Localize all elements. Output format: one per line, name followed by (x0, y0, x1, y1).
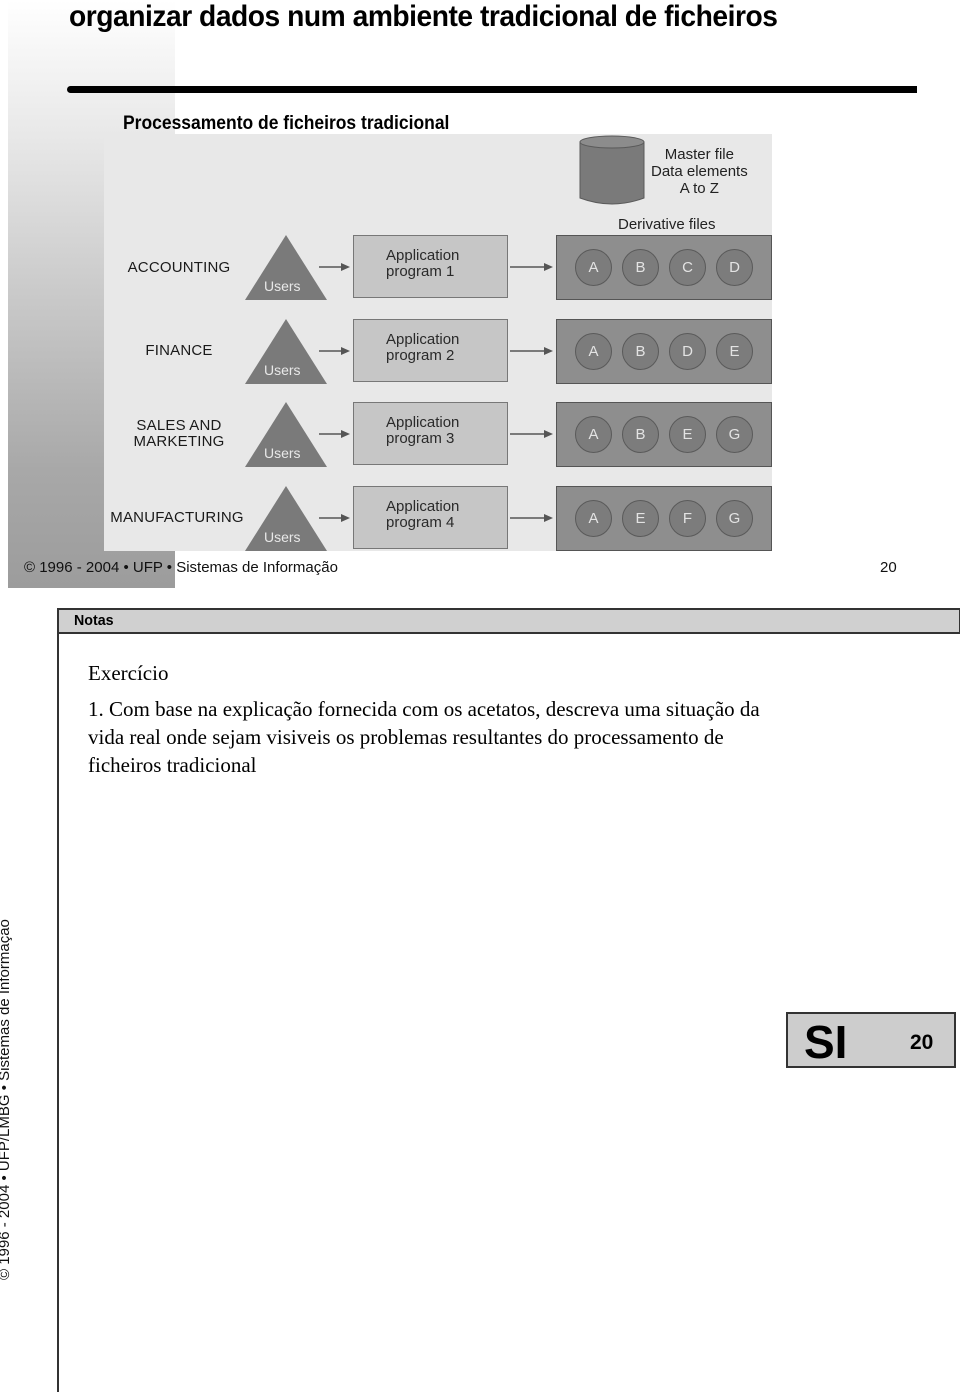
users-label: Users (264, 362, 301, 378)
exercise-title: Exercício (88, 661, 169, 685)
users-label: Users (264, 529, 301, 545)
notes-frame-border (57, 608, 59, 1392)
department-label: ACCOUNTING (127, 259, 231, 276)
notes-header: Notas (57, 608, 960, 634)
slide-page-number: 20 (880, 559, 897, 576)
notes-header-label: Notas (74, 612, 114, 629)
slide-footer: © 1996 - 2004 • UFP • Sistemas de Inform… (24, 559, 338, 576)
data-element-circle: B (622, 249, 659, 286)
department-label: SALES AND MARKETING (133, 417, 225, 450)
arrow-head-icon (341, 430, 350, 438)
data-element-circle: A (575, 333, 612, 370)
arrow-head-icon (544, 430, 553, 438)
application-program-box: Application program 2 (353, 319, 508, 382)
data-element-circle: E (716, 333, 753, 370)
derivative-files-box: ABDE (556, 319, 772, 384)
vertical-copyright: © 1996 - 2004 • UFP/LMBG • Sistemas de I… (0, 919, 13, 1280)
users-label: Users (264, 445, 301, 461)
data-element-circle: B (622, 416, 659, 453)
derivative-files-box: ABCD (556, 235, 772, 300)
data-element-circle: G (716, 416, 753, 453)
slide-title: organizar dados num ambiente tradicional… (69, 0, 778, 33)
data-element-circle: F (669, 500, 706, 537)
application-program-box: Application program 3 (353, 402, 508, 465)
department-label: MANUFACTURING (110, 509, 244, 526)
data-element-circle: A (575, 249, 612, 286)
users-label: Users (264, 278, 301, 294)
arrow-head-icon (341, 347, 350, 355)
diagram-caption: Processamento de ficheiros tradicional (123, 113, 450, 134)
arrow-head-icon (341, 514, 350, 522)
data-element-circle: C (669, 249, 706, 286)
exercise-text: 1. Com base na explicação fornecida com … (88, 697, 760, 777)
data-element-circle: D (716, 249, 753, 286)
derivative-files-box: AEFG (556, 486, 772, 551)
arrow-head-icon (544, 263, 553, 271)
data-element-circle: B (622, 333, 659, 370)
arrow-head-icon (341, 263, 350, 271)
data-element-circle: G (716, 500, 753, 537)
master-file-label: Master file Data elements A to Z (651, 146, 748, 197)
si-badge: SI 20 (786, 1012, 956, 1068)
notes-body: Exercício 1. Com base na explicação forn… (88, 659, 768, 779)
arrow-head-icon (544, 514, 553, 522)
data-element-circle: D (669, 333, 706, 370)
data-element-circle: E (622, 500, 659, 537)
arrow-head-icon (544, 347, 553, 355)
application-program-box: Application program 4 (353, 486, 508, 549)
data-element-circle: A (575, 500, 612, 537)
si-badge-page: 20 (910, 1031, 934, 1054)
derivative-files-box: ABEG (556, 402, 772, 467)
data-element-circle: E (669, 416, 706, 453)
application-program-box: Application program 1 (353, 235, 508, 298)
title-divider (67, 86, 917, 93)
department-label: FINANCE (145, 342, 213, 359)
derivative-files-label: Derivative files (618, 216, 716, 233)
data-element-circle: A (575, 416, 612, 453)
si-badge-label: SI (804, 1016, 848, 1068)
master-file-cylinder-icon (579, 135, 645, 205)
file-processing-diagram: Master file Data elements A to Z Derivat… (104, 134, 772, 551)
